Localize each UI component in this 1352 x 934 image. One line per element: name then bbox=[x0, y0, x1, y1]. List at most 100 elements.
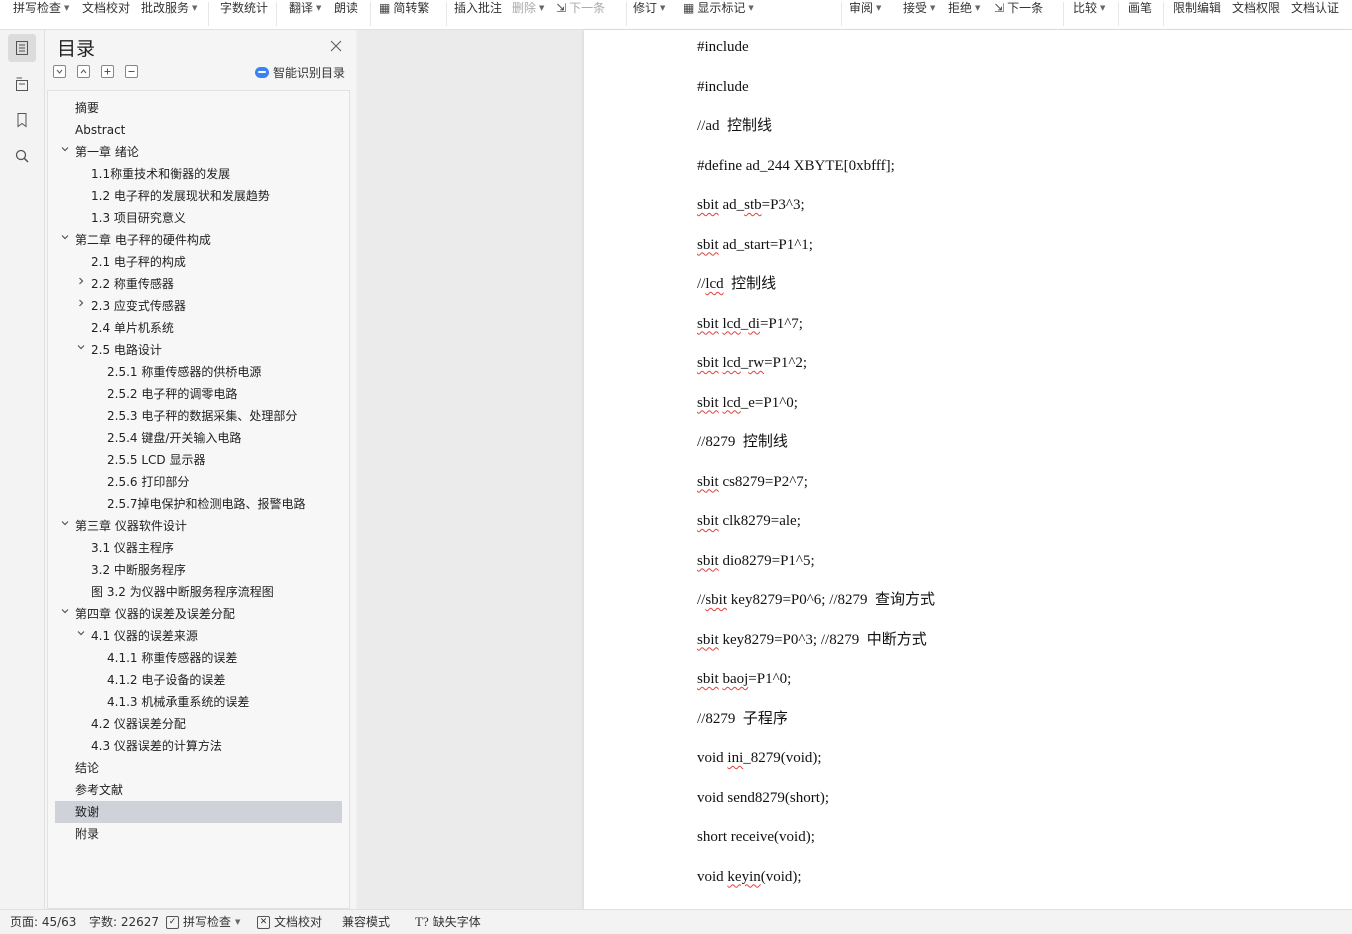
chevron-right-icon[interactable] bbox=[75, 295, 87, 317]
missing-fonts-button[interactable]: T? 缺失字体 bbox=[415, 910, 481, 934]
ribbon-button-2[interactable]: 批改服务 ▼ bbox=[141, 0, 197, 16]
chevron-down-icon[interactable] bbox=[59, 515, 71, 537]
ribbon-button-19[interactable]: 文档权限 bbox=[1232, 0, 1280, 16]
toc-item-label: 2.5.7掉电保护和检测电路、报警电路 bbox=[107, 497, 306, 511]
toc-item[interactable]: 1.1称重技术和衡器的发展 bbox=[55, 163, 342, 185]
toc-item[interactable]: 2.5.4 键盘/开关输入电路 bbox=[55, 427, 342, 449]
chapter-nav-icon[interactable] bbox=[8, 70, 36, 98]
misspelled-token: sbit bbox=[697, 315, 719, 332]
toc-icon[interactable] bbox=[8, 34, 36, 62]
caret-down-icon: ▼ bbox=[1100, 4, 1106, 12]
bookmark-icon[interactable] bbox=[8, 106, 36, 134]
collapse-all-icon[interactable] bbox=[53, 65, 66, 78]
code-line: void ini_8279(void); bbox=[697, 748, 822, 768]
chevron-down-icon[interactable] bbox=[59, 229, 71, 251]
toc-item[interactable]: 3.2 中断服务程序 bbox=[55, 559, 342, 581]
ribbon-button-15[interactable]: ⇲ 下一条 bbox=[994, 0, 1043, 16]
toc-item[interactable]: 2.5.3 电子秤的数据采集、处理部分 bbox=[55, 405, 342, 427]
misspelled-token: sbit bbox=[697, 513, 719, 529]
toc-item[interactable]: 致谢 bbox=[55, 801, 342, 823]
toc-item[interactable]: 第四章 仪器的误差及误差分配 bbox=[55, 603, 342, 625]
doc-proof-toggle[interactable]: ✕ 文档校对 bbox=[257, 910, 322, 934]
chevron-down-icon[interactable] bbox=[75, 339, 87, 361]
toc-item[interactable]: 2.5.6 打印部分 bbox=[55, 471, 342, 493]
toc-item[interactable]: 2.5.5 LCD 显示器 bbox=[55, 449, 342, 471]
smart-toc-label: 智能识别目录 bbox=[273, 66, 346, 80]
toc-item[interactable]: 4.1.1 称重传感器的误差 bbox=[55, 647, 342, 669]
chevron-down-icon[interactable] bbox=[75, 625, 87, 647]
toc-item[interactable]: 2.5.7掉电保护和检测电路、报警电路 bbox=[55, 493, 342, 515]
add-heading-icon[interactable] bbox=[101, 65, 114, 78]
toc-item[interactable]: 2.5.2 电子秤的调零电路 bbox=[55, 383, 342, 405]
toc-item[interactable]: 4.1 仪器的误差来源 bbox=[55, 625, 342, 647]
search-icon[interactable] bbox=[8, 142, 36, 170]
toc-item[interactable]: 1.3 项目研究意义 bbox=[55, 207, 342, 229]
toc-item[interactable]: 附录 bbox=[55, 823, 342, 845]
smart-toc-button[interactable]: 智能识别目录 bbox=[255, 64, 345, 81]
ribbon-button-5[interactable]: 朗读 bbox=[334, 0, 358, 16]
toc-item[interactable]: 结论 bbox=[55, 757, 342, 779]
toc-item-label: 致谢 bbox=[75, 805, 100, 819]
toc-item-label: Abstract bbox=[75, 123, 126, 137]
ribbon-button-3[interactable]: 字数统计 bbox=[220, 0, 268, 16]
toc-item[interactable]: 第二章 电子秤的硬件构成 bbox=[55, 229, 342, 251]
ribbon-button-4[interactable]: 翻译 ▼ bbox=[289, 0, 321, 16]
code-line: sbit dio8279=P1^5; bbox=[697, 551, 815, 571]
code-token: _e=P1^0; bbox=[740, 394, 798, 411]
toc-item[interactable]: 图 3.2 为仪器中断服务程序流程图 bbox=[55, 581, 342, 603]
document-page[interactable]: #include #include //ad 控制线 #define ad_244 X… bbox=[584, 30, 1352, 909]
chevron-right-icon[interactable] bbox=[75, 273, 87, 295]
misspelled-token: sbit bbox=[697, 197, 719, 213]
toc-item[interactable]: 2.3 应变式传感器 bbox=[55, 295, 342, 317]
toc-item[interactable]: 第三章 仪器软件设计 bbox=[55, 515, 342, 537]
toc-item[interactable]: 4.1.3 机械承重系统的误差 bbox=[55, 691, 342, 713]
misspelled-token: keyin bbox=[727, 868, 761, 885]
chevron-down-icon[interactable] bbox=[59, 141, 71, 163]
ribbon-button-10[interactable]: 修订 ▼ bbox=[633, 0, 665, 16]
toc-item[interactable]: Abstract bbox=[55, 119, 342, 141]
ribbon-divider bbox=[276, 2, 277, 26]
remove-heading-icon[interactable] bbox=[125, 65, 138, 78]
expand-up-icon[interactable] bbox=[77, 65, 90, 78]
ribbon-button-17[interactable]: 画笔 bbox=[1128, 0, 1152, 16]
toc-item[interactable]: 2.5 电路设计 bbox=[55, 339, 342, 361]
toc-item[interactable]: 2.1 电子秤的构成 bbox=[55, 251, 342, 273]
ribbon-button-18[interactable]: 限制编辑 bbox=[1173, 0, 1221, 16]
ribbon-button-9[interactable]: ⇲ 下一条 bbox=[556, 0, 605, 16]
toc-item[interactable]: 2.4 单片机系统 bbox=[55, 317, 342, 339]
ribbon-button-7[interactable]: 插入批注 bbox=[454, 0, 502, 16]
toc-item[interactable]: 摘要 bbox=[55, 97, 342, 119]
code-line: sbit ad_start=P1^1; bbox=[697, 235, 813, 255]
ribbon-label: 朗读 bbox=[334, 1, 359, 15]
word-count[interactable]: 字数: 22627 bbox=[89, 910, 159, 934]
toc-item[interactable]: 4.1.2 电子设备的误差 bbox=[55, 669, 342, 691]
ribbon-button-0[interactable]: 拼写检查 ▼ bbox=[13, 0, 69, 16]
code-line: //8279 子程序 bbox=[697, 709, 788, 729]
ribbon-button-16[interactable]: 比较 ▼ bbox=[1073, 0, 1105, 16]
ribbon-divider bbox=[1063, 2, 1064, 26]
toc-item[interactable]: 4.2 仪器误差分配 bbox=[55, 713, 342, 735]
code-token: #include bbox=[697, 78, 749, 95]
page-indicator[interactable]: 页面: 45/63 bbox=[10, 910, 76, 934]
toc-item[interactable]: 3.1 仪器主程序 bbox=[55, 537, 342, 559]
toc-item[interactable]: 2.5.1 称重传感器的供桥电源 bbox=[55, 361, 342, 383]
ribbon-button-6[interactable]: ▦ 简转繁 bbox=[379, 0, 429, 16]
toc-item[interactable]: 参考文献 bbox=[55, 779, 342, 801]
ribbon-button-14[interactable]: 拒绝 ▼ bbox=[948, 0, 980, 16]
misspelled-token: sbit bbox=[697, 552, 719, 569]
toc-item-label: 2.5.6 打印部分 bbox=[107, 475, 190, 489]
ribbon-button-11[interactable]: ▦ 显示标记 ▼ bbox=[683, 0, 754, 16]
chevron-down-icon[interactable] bbox=[59, 603, 71, 625]
toc-item[interactable]: 4.3 仪器误差的计算方法 bbox=[55, 735, 342, 757]
ribbon-button-12[interactable]: 审阅 ▼ bbox=[849, 0, 881, 16]
ribbon-button-13[interactable]: 接受 ▼ bbox=[903, 0, 935, 16]
ribbon-label: 文档校对 bbox=[82, 1, 131, 15]
ribbon-button-8[interactable]: 删除 ▼ bbox=[512, 0, 544, 16]
toc-item[interactable]: 第一章 绪论 bbox=[55, 141, 342, 163]
ribbon-button-1[interactable]: 文档校对 bbox=[82, 0, 130, 16]
toc-item[interactable]: 2.2 称重传感器 bbox=[55, 273, 342, 295]
toc-item[interactable]: 1.2 电子秤的发展现状和发展趋势 bbox=[55, 185, 342, 207]
close-icon[interactable] bbox=[329, 38, 343, 52]
spell-check-toggle[interactable]: ✓ 拼写检查 ▼ bbox=[166, 910, 240, 934]
ribbon-button-20[interactable]: 文档认证 bbox=[1291, 0, 1339, 16]
